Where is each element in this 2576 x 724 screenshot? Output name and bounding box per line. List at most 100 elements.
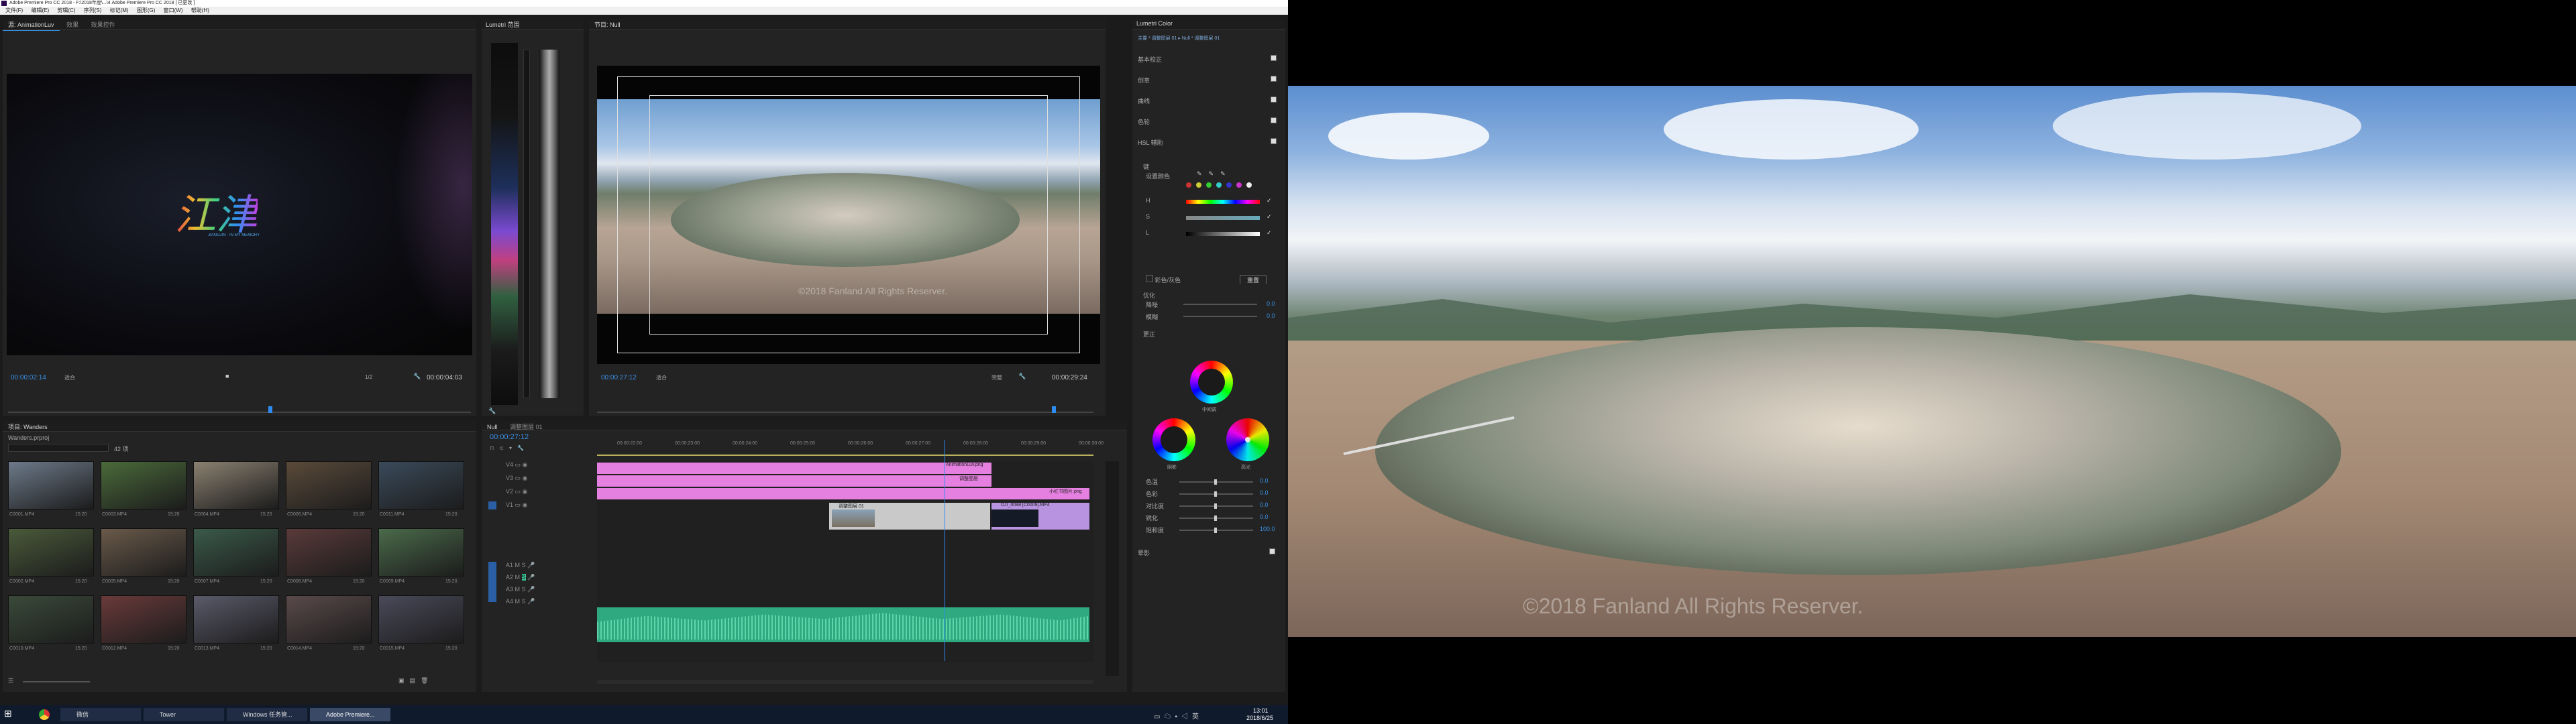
show-mask-checkbox[interactable]: [1146, 275, 1153, 282]
new-bin-icon[interactable]: ▣: [398, 677, 410, 684]
correction-slider[interactable]: [1179, 503, 1253, 509]
lumetri-section-checkbox[interactable]: [1271, 138, 1277, 144]
slider-knob[interactable]: [1214, 528, 1217, 533]
correction-slider[interactable]: [1179, 479, 1253, 485]
program-scrubber[interactable]: [597, 412, 1093, 413]
project-clip-item[interactable]: C0007.MP4 15:20: [193, 528, 279, 590]
track-v4[interactable]: V4 ▭ ◉: [484, 461, 594, 473]
blur-slider[interactable]: [1183, 316, 1257, 317]
slider-knob[interactable]: [1214, 503, 1217, 509]
lumetri-section-checkbox[interactable]: [1271, 76, 1277, 82]
denoise-slider[interactable]: [1183, 304, 1257, 305]
zoom-slider[interactable]: [23, 681, 90, 682]
wrench-icon[interactable]: 🔧: [413, 373, 421, 380]
lumetri-color-tab-label[interactable]: Lumetri Color: [1136, 20, 1173, 27]
tab-project[interactable]: 项目: Wanders: [3, 421, 53, 431]
project-clip-item[interactable]: C0015.MP4 15:20: [378, 595, 464, 657]
slider-knob[interactable]: [1214, 516, 1217, 521]
slider-knob[interactable]: [1214, 491, 1217, 497]
source-page[interactable]: 1/2: [365, 374, 372, 380]
tray-network-icon[interactable]: ▭: [1154, 713, 1164, 721]
timeline-ruler[interactable]: 00:00:22:00 00:00:23:00 00:00:24:00 00:00:2…: [597, 440, 1104, 450]
tray-cloud-icon[interactable]: ☁: [1164, 713, 1175, 721]
slider-knob[interactable]: [1214, 479, 1217, 485]
timeline-wrench-icon[interactable]: 🔧: [517, 445, 529, 451]
lumetri-section-checkbox[interactable]: [1271, 97, 1277, 103]
project-clip-item[interactable]: C0006.MP4 15:20: [286, 461, 372, 523]
timeline-scrollbar[interactable]: [597, 680, 1093, 684]
correction-slider[interactable]: [1179, 491, 1253, 497]
hsl-h-check[interactable]: ✓: [1267, 197, 1272, 204]
denoise-value[interactable]: 0.0: [1267, 300, 1275, 307]
vignette-label[interactable]: 晕影: [1138, 548, 1150, 557]
clip-v3[interactable]: 调整图层: [597, 475, 991, 487]
track-a3[interactable]: A3 M S 🎤: [484, 586, 594, 597]
track-v1[interactable]: V1 ▭ ◉: [484, 501, 594, 539]
work-area-bar[interactable]: [597, 455, 1093, 456]
wheel-highlights[interactable]: [1226, 418, 1269, 461]
track-a2[interactable]: A2 M S 🎤: [484, 574, 594, 585]
hue-range-bar[interactable]: [1186, 200, 1260, 204]
project-clip-item[interactable]: C0013.MP4 15:20: [193, 595, 279, 657]
swatch-green[interactable]: [1206, 182, 1212, 188]
correction-slider-value[interactable]: 0.0: [1260, 477, 1269, 484]
menu-marker[interactable]: 标记(M): [110, 7, 129, 13]
eyedropper-add-icon[interactable]: ✎: [1209, 170, 1221, 177]
correction-slider[interactable]: [1179, 528, 1253, 533]
tab-timeline-null[interactable]: Null: [482, 422, 503, 430]
source-playhead[interactable]: [268, 406, 272, 413]
lumetri-path[interactable]: 主要 * 调整图层 01 ▸ Null * 调整图层 01: [1138, 35, 1220, 42]
clip-v2[interactable]: 小红书图片.png: [597, 488, 1089, 499]
eyedropper-icon[interactable]: ✎: [1197, 170, 1209, 177]
swatch-cyan[interactable]: [1216, 182, 1222, 188]
vignette-checkbox[interactable]: [1269, 548, 1275, 554]
swatch-yellow[interactable]: [1196, 182, 1201, 188]
source-scrubber[interactable]: [8, 412, 471, 413]
source-viewer[interactable]: 江津 JIANGJIN · IN MY MEMORY: [7, 74, 472, 355]
tray-volume-icon[interactable]: ◁: [1181, 713, 1192, 721]
program-fit-select[interactable]: 适合: [656, 374, 667, 381]
correction-slider-value[interactable]: 0.0: [1260, 501, 1269, 508]
menu-file[interactable]: 文件(F): [5, 7, 23, 13]
lumetri-section-row[interactable]: 基本校正: [1138, 55, 1280, 64]
program-resolution[interactable]: 完整: [991, 374, 1002, 381]
clip-v1-video[interactable]: DJI_0098 [C0009].MP4: [991, 503, 1089, 530]
marker-add-icon[interactable]: ▾: [509, 445, 517, 451]
blur-value[interactable]: 0.0: [1267, 312, 1275, 319]
swatch-white[interactable]: [1246, 182, 1252, 188]
swatch-magenta[interactable]: [1236, 182, 1242, 188]
taskbar-item-wechat[interactable]: 微信: [60, 708, 141, 721]
scopes-tab-label[interactable]: Lumetri 范围: [486, 21, 520, 28]
correction-slider-value[interactable]: 100.0: [1260, 526, 1275, 532]
source-fit-select[interactable]: 适合: [64, 374, 75, 381]
chrome-icon[interactable]: [39, 709, 50, 720]
project-clip-item[interactable]: C0012.MP4 15:20: [101, 595, 186, 657]
taskbar-item-taskmgr[interactable]: Windows 任务管...: [227, 708, 307, 721]
snap-icon[interactable]: ⊓: [490, 445, 499, 451]
project-clip-item[interactable]: C0009.MP4 15:20: [378, 528, 464, 590]
clock-time[interactable]: 13:01: [1253, 707, 1269, 714]
clock-date[interactable]: 2018/6/25: [1246, 715, 1273, 721]
timeline-timecode[interactable]: 00:00:27:12: [490, 433, 529, 441]
lumetri-section-row[interactable]: 创意: [1138, 76, 1280, 85]
project-search-input[interactable]: [8, 444, 109, 452]
track-a4[interactable]: A4 M S 🎤: [484, 598, 594, 631]
program-timecode[interactable]: 00:00:27:12: [601, 374, 637, 381]
correction-slider-value[interactable]: 0.0: [1260, 514, 1269, 520]
clip-v4[interactable]: AnimationLuv.png: [597, 463, 991, 474]
project-clip-item[interactable]: C0008.MP4 15:20: [286, 528, 372, 590]
menu-window[interactable]: 窗口(W): [164, 7, 183, 13]
swatch-red[interactable]: [1186, 182, 1191, 188]
menu-help[interactable]: 帮助(H): [191, 7, 209, 13]
swatch-blue[interactable]: [1226, 182, 1232, 188]
tab-effect-controls[interactable]: 效果控件: [86, 19, 121, 30]
delete-icon[interactable]: 🗑: [421, 677, 433, 684]
menu-graphics[interactable]: 图形(G): [137, 7, 156, 13]
correction-slider[interactable]: [1179, 516, 1253, 521]
lumetri-section-row[interactable]: 色轮: [1138, 117, 1280, 127]
lumetri-section-row[interactable]: HSL 辅助: [1138, 138, 1280, 147]
program-wrench-icon[interactable]: 🔧: [1018, 373, 1026, 380]
tab-effects[interactable]: 效果: [61, 19, 84, 30]
program-playhead[interactable]: [1052, 406, 1056, 413]
track-a1[interactable]: A1 M S 🎤: [484, 562, 594, 572]
